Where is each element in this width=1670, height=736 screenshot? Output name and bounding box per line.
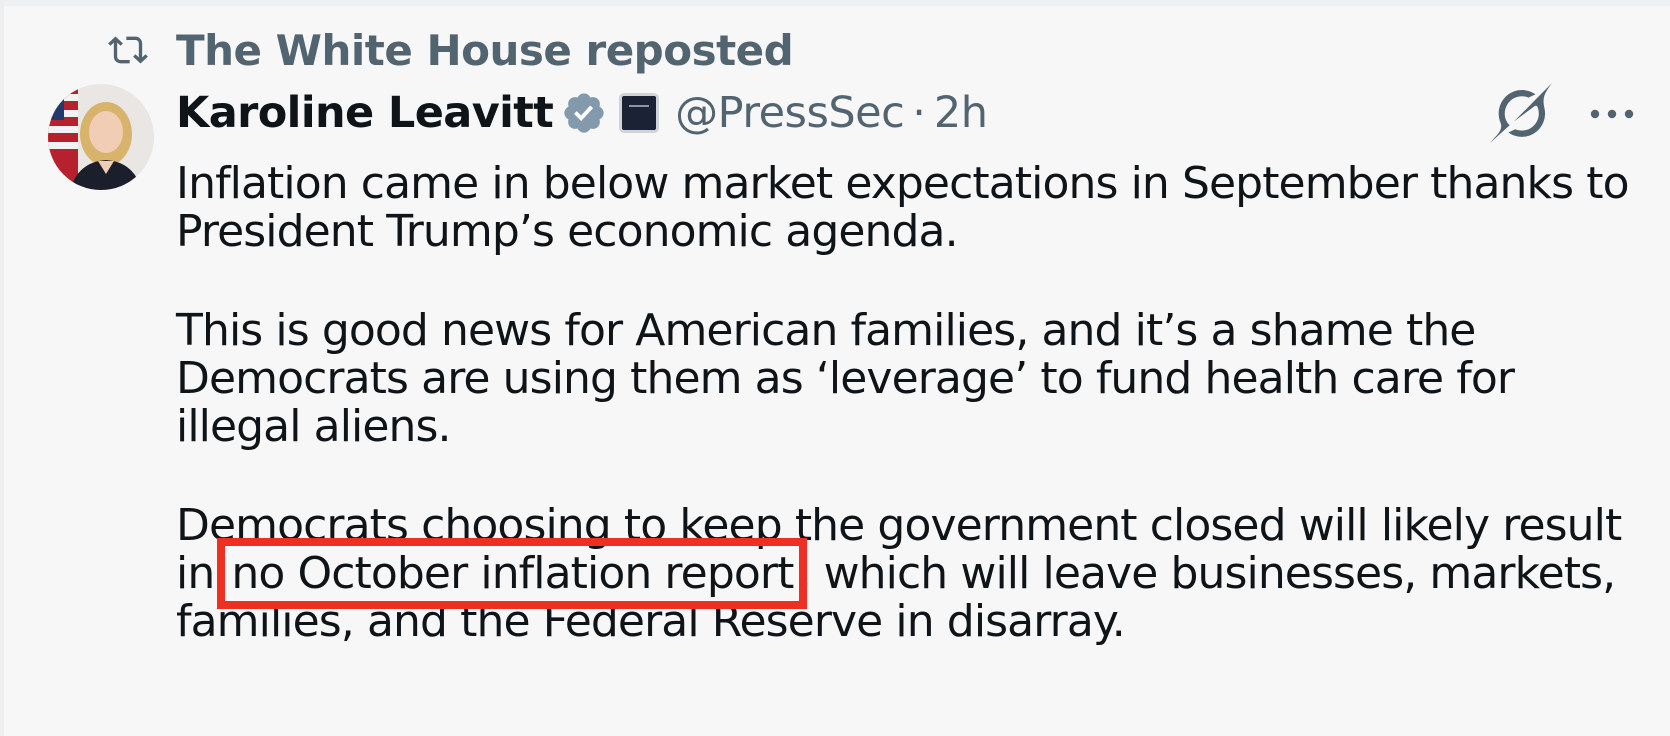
white-house-affiliate-icon[interactable] bbox=[619, 93, 660, 133]
author-handle[interactable]: @PressSec bbox=[675, 88, 905, 138]
repost-label: The White House reposted bbox=[176, 25, 794, 75]
highlighted-phrase: no October inflation report bbox=[217, 538, 808, 609]
repost-icon bbox=[108, 36, 148, 64]
verified-badge-icon[interactable] bbox=[561, 90, 607, 136]
author-display-name[interactable]: Karoline Leavitt bbox=[176, 88, 554, 138]
more-options-icon[interactable] bbox=[1586, 92, 1638, 136]
tweet-body: Inflation came in below market expectati… bbox=[176, 160, 1646, 646]
tweet-paragraph-1: Inflation came in below market expectati… bbox=[176, 158, 1630, 257]
avatar-image bbox=[48, 84, 154, 190]
grok-icon[interactable] bbox=[1490, 82, 1552, 144]
tweet-paragraph-2: This is good news for American families,… bbox=[176, 305, 1515, 452]
repost-indicator[interactable]: The White House reposted bbox=[108, 22, 794, 78]
author-avatar[interactable] bbox=[48, 84, 154, 190]
tweet-header: Karoline Leavitt @PressSec · 2h bbox=[176, 80, 988, 146]
tweet-card[interactable]: The White House reposted Karoline Leavit… bbox=[0, 0, 1670, 736]
separator-dot: · bbox=[912, 88, 926, 138]
tweet-paragraph-3: Democrats choosing to keep the governmen… bbox=[176, 502, 1646, 646]
timestamp[interactable]: 2h bbox=[934, 88, 988, 138]
